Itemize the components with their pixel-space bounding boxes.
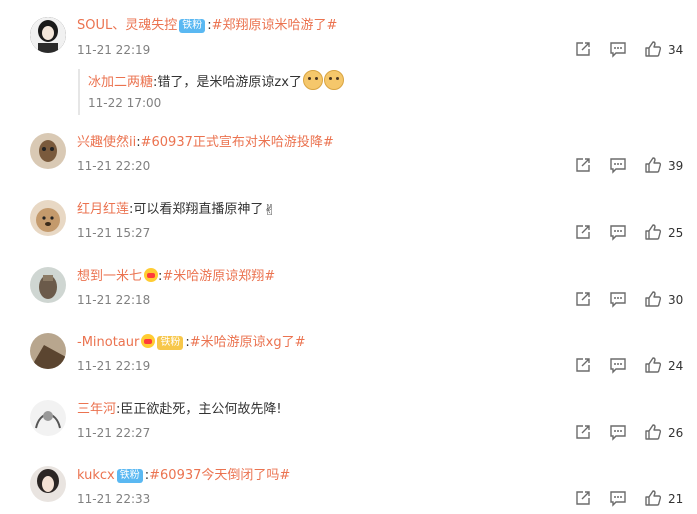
share-icon[interactable] bbox=[574, 423, 592, 441]
avatar[interactable] bbox=[30, 200, 66, 236]
comment-icon[interactable] bbox=[609, 40, 627, 58]
topic-link[interactable]: #60937今天倒闭了吗# bbox=[149, 468, 290, 483]
username-link[interactable]: 兴趣使然ii bbox=[77, 135, 136, 150]
username-link[interactable]: 三年河 bbox=[77, 402, 116, 417]
reply-divider bbox=[78, 69, 82, 115]
comment-icon[interactable] bbox=[609, 156, 627, 174]
like-count: 21 bbox=[668, 492, 684, 506]
avatar[interactable] bbox=[30, 466, 66, 502]
heart-eyes-emoji-icon bbox=[144, 268, 159, 282]
reply-text: 错了，是米哈游原谅zx了 bbox=[157, 75, 302, 90]
comment-actions: 25 bbox=[567, 223, 697, 243]
comment-actions: 24 bbox=[567, 356, 697, 376]
like-icon[interactable] bbox=[644, 489, 662, 507]
fan-badge[interactable]: 铁粉 bbox=[157, 336, 184, 350]
avatar[interactable] bbox=[30, 333, 66, 369]
doge-emoji-icon bbox=[323, 70, 344, 90]
share-icon[interactable] bbox=[574, 356, 592, 374]
comment-actions: 21 bbox=[567, 489, 697, 509]
share-icon[interactable] bbox=[574, 223, 592, 241]
like-icon[interactable] bbox=[644, 423, 662, 441]
topic-link[interactable]: #米哈游原谅郑翔# bbox=[162, 269, 275, 284]
comment-time: 11-21 22:19 bbox=[77, 359, 151, 373]
username-link[interactable]: 红月红莲 bbox=[77, 202, 129, 217]
like-icon[interactable] bbox=[644, 356, 662, 374]
comment-icon[interactable] bbox=[609, 423, 627, 441]
username-link[interactable]: kukcx bbox=[77, 468, 115, 483]
username-link[interactable]: -Minotaur bbox=[77, 335, 139, 350]
comment-actions: 34 bbox=[567, 40, 697, 60]
avatar[interactable] bbox=[30, 17, 66, 53]
username-link[interactable]: 想到一米七 bbox=[77, 269, 142, 284]
comment-text: 可以看郑翔直播原神了 bbox=[133, 202, 264, 217]
comment-time: 11-21 22:27 bbox=[77, 426, 151, 440]
avatar[interactable] bbox=[30, 267, 66, 303]
comment-icon[interactable] bbox=[609, 223, 627, 241]
comment-actions: 39 bbox=[567, 156, 697, 176]
like-count: 25 bbox=[668, 226, 684, 240]
like-count: 34 bbox=[668, 43, 684, 57]
victory-hand-emoji-icon: ✌ bbox=[263, 201, 276, 219]
like-count: 24 bbox=[668, 359, 684, 373]
avatar[interactable] bbox=[30, 133, 66, 169]
avatar[interactable] bbox=[30, 400, 66, 436]
comment-icon[interactable] bbox=[609, 489, 627, 507]
comment-actions: 26 bbox=[567, 423, 697, 443]
like-icon[interactable] bbox=[644, 223, 662, 241]
comment-actions: 30 bbox=[567, 290, 697, 310]
share-icon[interactable] bbox=[574, 290, 592, 308]
like-icon[interactable] bbox=[644, 156, 662, 174]
topic-link[interactable]: #60937正式宣布对米哈游投降# bbox=[141, 135, 334, 150]
share-icon[interactable] bbox=[574, 40, 592, 58]
fan-badge[interactable]: 铁粉 bbox=[116, 469, 143, 483]
comment-time: 11-21 22:19 bbox=[77, 43, 151, 57]
fan-badge[interactable]: 铁粉 bbox=[179, 19, 206, 33]
topic-link[interactable]: #米哈游原谅xg了# bbox=[190, 335, 306, 350]
comment-time: 11-21 22:33 bbox=[77, 492, 151, 506]
comment-time: 11-21 22:20 bbox=[77, 159, 151, 173]
comment-time: 11-21 15:27 bbox=[77, 226, 151, 240]
like-icon[interactable] bbox=[644, 40, 662, 58]
doge-emoji-icon bbox=[302, 70, 323, 90]
like-count: 26 bbox=[668, 426, 684, 440]
like-icon[interactable] bbox=[644, 290, 662, 308]
reply-content: 冰加二两糖:错了，是米哈游原谅zx了 bbox=[88, 70, 344, 92]
comment-text: 臣正欲赴死，主公何故先降! bbox=[120, 402, 282, 417]
like-count: 39 bbox=[668, 159, 684, 173]
username-link[interactable]: SOUL、灵魂失控 bbox=[77, 18, 177, 33]
comment-icon[interactable] bbox=[609, 356, 627, 374]
topic-link[interactable]: #郑翔原谅米哈游了# bbox=[212, 18, 338, 33]
share-icon[interactable] bbox=[574, 156, 592, 174]
comment-icon[interactable] bbox=[609, 290, 627, 308]
comment-time: 11-21 22:18 bbox=[77, 293, 151, 307]
like-count: 30 bbox=[668, 293, 684, 307]
reply-username-link[interactable]: 冰加二两糖 bbox=[88, 75, 153, 90]
share-icon[interactable] bbox=[574, 489, 592, 507]
heart-eyes-emoji-icon bbox=[141, 334, 156, 348]
reply-time: 11-22 17:00 bbox=[88, 96, 162, 110]
